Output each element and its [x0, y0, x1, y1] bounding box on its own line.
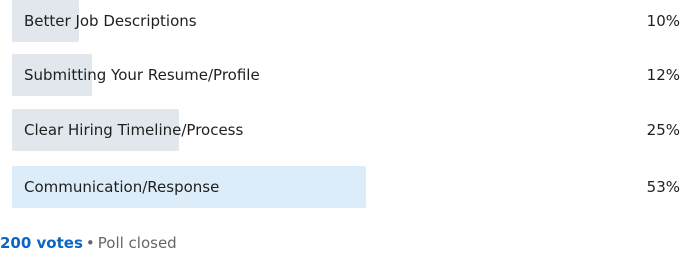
poll-option-percent: 12%: [646, 66, 680, 84]
separator-dot: •: [85, 234, 95, 252]
poll-option-percent: 10%: [646, 12, 680, 30]
poll-status: Poll closed: [97, 234, 177, 252]
poll-footer: 200 votes • Poll closed: [0, 234, 177, 252]
poll-option-label: Communication/Response: [24, 178, 220, 196]
poll-option: Better Job Descriptions 10%: [12, 0, 680, 42]
poll-option-label: Better Job Descriptions: [24, 12, 197, 30]
poll-option-percent: 25%: [646, 121, 680, 139]
poll-option: Clear Hiring Timeline/Process 25%: [12, 109, 680, 151]
poll-option-label: Submitting Your Resume/Profile: [24, 66, 260, 84]
vote-count-link[interactable]: 200 votes: [0, 234, 83, 252]
poll-option-selected: Communication/Response 53%: [12, 166, 680, 208]
poll-results: Better Job Descriptions 10% Submitting Y…: [0, 0, 691, 259]
poll-option-label: Clear Hiring Timeline/Process: [24, 121, 244, 139]
poll-option-percent: 53%: [646, 178, 680, 196]
poll-option: Submitting Your Resume/Profile 12%: [12, 54, 680, 96]
